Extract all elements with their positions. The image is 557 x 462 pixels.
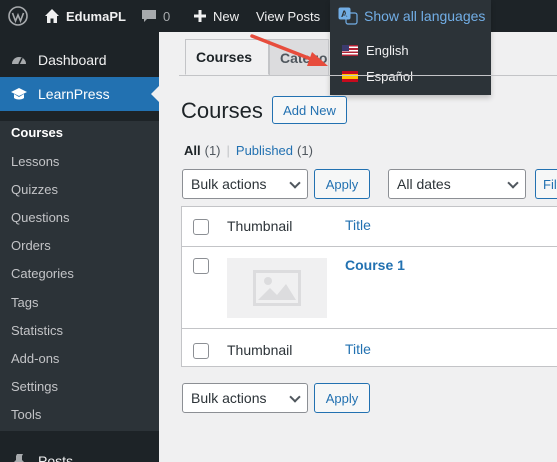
submenu-item-add-ons[interactable]: Add-ons: [11, 348, 59, 368]
show-all-languages-label: Show all languages: [364, 8, 486, 24]
courses-table: Thumbnail Title Course 1 Thumbnail Title: [181, 206, 557, 367]
submenu-item-quizzes[interactable]: Quizzes: [11, 179, 58, 199]
submenu-item-tools[interactable]: Tools: [11, 404, 41, 424]
home-icon: [45, 9, 59, 23]
table-header-row: Thumbnail Title: [182, 207, 557, 247]
dates-select[interactable]: All dates: [388, 169, 526, 199]
select-all-checkbox-bottom[interactable]: [193, 343, 209, 359]
apply-button-top[interactable]: Apply: [314, 169, 370, 199]
column-thumbnail-header: Thumbnail: [227, 218, 293, 234]
sidebar-item-label: LearnPress: [38, 86, 110, 102]
site-name-link[interactable]: EdumaPL: [44, 0, 126, 32]
image-placeholder-icon: [253, 270, 301, 306]
submenu-item-lessons[interactable]: Lessons: [11, 151, 59, 171]
dates-value: All dates: [397, 176, 451, 192]
learnpress-submenu: Courses Lessons Quizzes Questions Orders…: [0, 121, 159, 431]
tabs-divider: [179, 75, 557, 76]
submenu-item-courses[interactable]: Courses: [11, 122, 63, 142]
comment-icon: [142, 10, 156, 22]
graduation-cap-icon: [11, 88, 27, 100]
filter-published-count: (1): [297, 143, 313, 158]
add-new-button[interactable]: Add New: [272, 96, 347, 124]
tab-categories[interactable]: Categories: [269, 39, 329, 75]
sidebar-item-label: Posts: [38, 453, 74, 462]
filter-separator: |: [226, 143, 230, 158]
translate-icon: A: [338, 7, 358, 25]
submenu-item-categories[interactable]: Categories: [11, 263, 74, 283]
comments-link[interactable]: 0: [141, 0, 170, 32]
course-title-link[interactable]: Course 1: [345, 257, 405, 273]
view-posts-label: View Posts: [256, 8, 321, 24]
new-label: New: [213, 8, 240, 24]
column-title-header[interactable]: Title: [345, 217, 371, 233]
sidebar-item-learnpress[interactable]: LearnPress: [0, 77, 159, 111]
site-name: EdumaPL: [66, 8, 126, 24]
sidebar-item-label: Dashboard: [38, 52, 107, 68]
chevron-down-icon: [289, 177, 301, 189]
apply-button-bottom[interactable]: Apply: [314, 383, 370, 413]
svg-text:A: A: [341, 9, 348, 19]
bulk-actions-select-bottom[interactable]: Bulk actions: [182, 383, 308, 413]
submenu-item-tags[interactable]: Tags: [11, 292, 38, 312]
submenu-item-settings[interactable]: Settings: [11, 376, 58, 396]
tab-courses[interactable]: Courses: [185, 39, 269, 75]
show-all-languages-button[interactable]: A Show all languages: [330, 0, 491, 32]
sidebar-item-posts[interactable]: Posts: [0, 444, 159, 462]
thumbnail-placeholder: [227, 258, 327, 318]
submenu-item-statistics[interactable]: Statistics: [11, 320, 63, 340]
chevron-down-icon: [507, 177, 519, 189]
filter-all-count: (1): [204, 143, 221, 158]
active-menu-pointer: [151, 86, 159, 102]
submenu-item-questions[interactable]: Questions: [11, 207, 70, 227]
dashboard-icon: [12, 57, 26, 65]
filter-button-label: Filter: [543, 176, 557, 192]
bulk-actions-value: Bulk actions: [191, 176, 267, 192]
column-title-footer[interactable]: Title: [345, 341, 371, 357]
new-content-link[interactable]: New: [193, 0, 239, 32]
page-title: Courses: [181, 98, 263, 123]
filter-all[interactable]: All: [184, 143, 201, 158]
row-checkbox[interactable]: [193, 258, 209, 274]
wordpress-logo-icon[interactable]: [8, 0, 28, 32]
table-footer-row: Thumbnail Title: [182, 329, 557, 368]
pushpin-icon: [14, 454, 24, 462]
main-content: Courses Categories Courses Add New All (…: [159, 32, 557, 462]
filter-published[interactable]: Published: [236, 143, 293, 158]
bulk-actions-value: Bulk actions: [191, 390, 267, 406]
admin-sidebar: Dashboard LearnPress Courses Lessons Qui…: [0, 32, 159, 462]
chevron-down-icon: [289, 391, 301, 403]
comments-count: 0: [163, 8, 171, 24]
filter-button[interactable]: Filter: [535, 169, 557, 199]
bulk-actions-select-top[interactable]: Bulk actions: [182, 169, 308, 199]
column-thumbnail-footer: Thumbnail: [227, 342, 293, 358]
plus-icon: [194, 10, 206, 22]
select-all-checkbox[interactable]: [193, 219, 209, 235]
sidebar-item-dashboard[interactable]: Dashboard: [0, 43, 159, 77]
view-posts-link[interactable]: View Posts: [256, 0, 320, 32]
submenu-item-orders[interactable]: Orders: [11, 235, 51, 255]
status-filters: All (1) | Published (1): [184, 143, 313, 158]
